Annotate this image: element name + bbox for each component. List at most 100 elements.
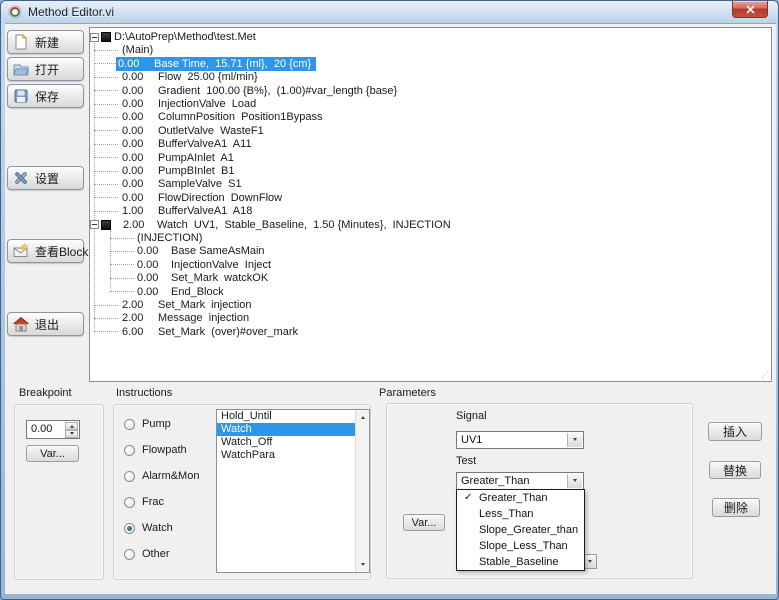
tree-row[interactable]: 0.00Flow 25.00 {ml/min} bbox=[94, 70, 258, 84]
dropdown-option[interactable]: ✓ Greater_Than bbox=[457, 490, 584, 506]
close-button[interactable] bbox=[732, 1, 768, 18]
tree-row[interactable]: 2.00Watch UV1, Stable_Baseline, 1.50 {Mi… bbox=[90, 218, 451, 232]
tree-row[interactable]: 0.00FlowDirection DownFlow bbox=[94, 191, 282, 205]
resize-grip-icon[interactable]: ⋰ bbox=[761, 371, 769, 379]
tree-row-text: BufferValveA1 A18 bbox=[158, 205, 252, 217]
list-item[interactable]: Hold_Until bbox=[217, 410, 369, 423]
tree-row-time: 0.00 bbox=[122, 165, 158, 177]
tree-row-content: 0.00ColumnPosition Position1Bypass bbox=[122, 111, 322, 123]
tree-row[interactable]: (INJECTION) bbox=[110, 231, 202, 245]
tree-connector-line bbox=[110, 264, 134, 265]
open-folder-icon bbox=[13, 61, 29, 77]
tree-row-text: ColumnPosition Position1Bypass bbox=[158, 111, 322, 123]
tree-row[interactable]: 2.00Message injection bbox=[94, 311, 249, 325]
toolbar-button-settings[interactable]: 设置 bbox=[7, 166, 84, 190]
tree-row-time: 0.00 bbox=[122, 85, 158, 97]
tree-row[interactable]: 0.00SampleValve S1 bbox=[94, 177, 242, 191]
replace-button[interactable]: 替换 bbox=[709, 461, 761, 479]
spinner-up-icon[interactable] bbox=[65, 422, 78, 430]
radio-frac[interactable]: Frac bbox=[124, 496, 164, 508]
list-scrollbar[interactable] bbox=[355, 410, 369, 572]
scroll-down-icon[interactable] bbox=[357, 559, 369, 571]
tree-row-text: End_Block bbox=[171, 286, 224, 298]
tree-row-time: 0.00 bbox=[137, 286, 171, 298]
dropdown-option[interactable]: Slope_Greater_than bbox=[457, 522, 584, 538]
breakpoint-spinner[interactable]: 0.00 bbox=[26, 420, 80, 439]
collapse-icon[interactable] bbox=[90, 220, 99, 229]
new-document-icon bbox=[13, 34, 29, 50]
scroll-up-icon[interactable] bbox=[357, 411, 369, 423]
signal-combo-arrow-icon[interactable] bbox=[567, 433, 582, 447]
radio-label: Alarm&Mon bbox=[142, 470, 199, 482]
tree-row[interactable]: 0.00Base SameAsMain bbox=[110, 244, 265, 258]
tree-connector-line bbox=[94, 144, 118, 145]
tree-row-content: 0.00Base Time, 15.71 {ml}, 20 {cm} bbox=[116, 57, 316, 71]
breakpoint-var-button[interactable]: Var... bbox=[26, 445, 79, 462]
toolbar-button-label: 打开 bbox=[35, 61, 59, 78]
method-tree[interactable]: ⋰ D:\AutoPrep\Method\test.Met(Main)0.00B… bbox=[89, 27, 772, 382]
tree-connector-line bbox=[94, 63, 118, 64]
radio-circle-icon bbox=[124, 497, 135, 508]
tree-row[interactable]: 0.00Gradient 100.00 {B%}, (1.00)#var_len… bbox=[94, 84, 397, 98]
toolbar-button-save[interactable]: 保存 bbox=[7, 84, 84, 108]
tree-row-text: Set_Mark (over)#over_mark bbox=[158, 326, 298, 338]
list-item[interactable]: WatchPara bbox=[217, 449, 369, 462]
tree-row[interactable]: (Main) bbox=[94, 43, 153, 57]
radio-label: Watch bbox=[142, 522, 173, 534]
check-icon: ✓ bbox=[464, 490, 472, 506]
test-value: Greater_Than bbox=[461, 475, 529, 487]
insert-button[interactable]: 插入 bbox=[708, 422, 762, 441]
tree-row[interactable]: 0.00ColumnPosition Position1Bypass bbox=[94, 110, 322, 124]
collapse-icon[interactable] bbox=[90, 33, 99, 42]
radio-label: Flowpath bbox=[142, 444, 187, 456]
delete-button[interactable]: 删除 bbox=[712, 498, 760, 517]
radio-label: Pump bbox=[142, 418, 171, 430]
tree-row[interactable]: 0.00PumpBInlet B1 bbox=[94, 164, 234, 178]
radio-watch[interactable]: Watch bbox=[124, 522, 173, 534]
tree-connector-line bbox=[94, 77, 118, 78]
tree-row[interactable]: 0.00Base Time, 15.71 {ml}, 20 {cm} bbox=[94, 57, 316, 71]
tree-row[interactable]: 0.00End_Block bbox=[110, 285, 224, 299]
test-combobox[interactable]: Greater_Than bbox=[456, 472, 584, 490]
tree-row[interactable]: 6.00Set_Mark (over)#over_mark bbox=[94, 325, 298, 339]
tree-row-time: 2.00 bbox=[123, 219, 157, 231]
test-combo-arrow-icon[interactable] bbox=[567, 474, 582, 488]
tree-row[interactable]: 0.00Set_Mark watckOK bbox=[110, 271, 268, 285]
radio-pump[interactable]: Pump bbox=[124, 418, 171, 430]
window-title: Method Editor.vi bbox=[28, 5, 114, 19]
toolbar-button-exit[interactable]: 退出 bbox=[7, 312, 84, 336]
tree-row[interactable]: 0.00BufferValveA1 A11 bbox=[94, 137, 252, 151]
tree-row-time: 0.00 bbox=[122, 138, 158, 150]
tree-connector-line bbox=[94, 331, 118, 332]
radio-other[interactable]: Other bbox=[124, 548, 170, 560]
tree-row-time: 2.00 bbox=[122, 312, 158, 324]
tree-row[interactable]: 1.00BufferValveA1 A18 bbox=[94, 204, 252, 218]
toolbar-button-view-block[interactable]: 查看Block bbox=[7, 239, 84, 263]
toolbar-button-open[interactable]: 打开 bbox=[7, 57, 84, 81]
signal-label: Signal bbox=[456, 410, 487, 422]
tree-row[interactable]: 0.00PumpAInlet A1 bbox=[94, 151, 234, 165]
list-item[interactable]: Watch_Off bbox=[217, 436, 369, 449]
tree-root-row[interactable]: D:\AutoPrep\Method\test.Met bbox=[90, 30, 256, 44]
list-item[interactable]: Watch bbox=[217, 423, 369, 436]
tree-row[interactable]: 0.00InjectionValve Load bbox=[94, 97, 256, 111]
instruction-list[interactable]: Hold_UntilWatchWatch_OffWatchPara bbox=[216, 409, 370, 573]
dropdown-option[interactable]: Stable_Baseline bbox=[457, 554, 584, 570]
toolbar-button-new[interactable]: 新建 bbox=[7, 30, 84, 54]
tree-row-text: FlowDirection DownFlow bbox=[158, 192, 282, 204]
tree-row[interactable]: 2.00Set_Mark injection bbox=[94, 298, 252, 312]
dropdown-option-label: Greater_Than bbox=[479, 492, 547, 504]
radio-circle-icon bbox=[124, 471, 135, 482]
tree-row-content: (Main) bbox=[122, 44, 153, 56]
tree-connector-line bbox=[94, 211, 118, 212]
signal-combobox[interactable]: UV1 bbox=[456, 431, 584, 449]
tree-row[interactable]: 0.00InjectionValve Inject bbox=[110, 258, 271, 272]
parameters-var-button[interactable]: Var... bbox=[403, 514, 445, 531]
dropdown-option[interactable]: Slope_Less_Than bbox=[457, 538, 584, 554]
spinner-down-icon[interactable] bbox=[65, 430, 78, 438]
dropdown-option[interactable]: Less_Than bbox=[457, 506, 584, 522]
tree-row-content: 0.00BufferValveA1 A11 bbox=[122, 138, 252, 150]
tree-row[interactable]: 0.00OutletValve WasteF1 bbox=[94, 124, 264, 138]
radio-flowpath[interactable]: Flowpath bbox=[124, 444, 187, 456]
radio-alarm-mon[interactable]: Alarm&Mon bbox=[124, 470, 199, 482]
